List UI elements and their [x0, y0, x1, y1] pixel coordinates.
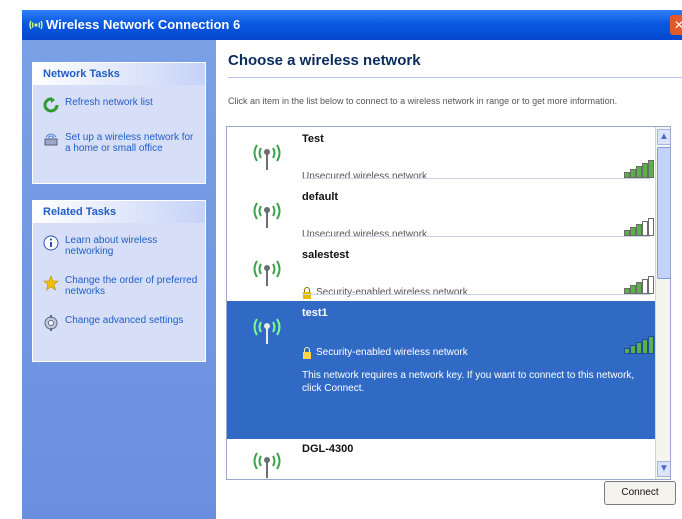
close-icon: ✕ — [673, 18, 682, 32]
connect-button[interactable]: Connect — [604, 481, 676, 505]
scroll-down-button[interactable]: ▼ — [657, 461, 670, 477]
change-advanced-settings-link[interactable]: Change advanced settings — [33, 315, 205, 331]
network-tasks-header[interactable]: Network Tasks — [33, 63, 205, 85]
row-divider — [302, 178, 650, 179]
settings-icon — [43, 315, 59, 331]
setup-wireless-network-label: Set up a wireless network for a home or … — [65, 132, 194, 154]
wireless-antenna-icon — [247, 137, 287, 173]
change-advanced-settings-label: Change advanced settings — [65, 315, 184, 326]
change-network-order-label: Change the order of preferred networks — [65, 275, 198, 297]
learn-about-wireless-link[interactable]: Learn about wireless networking — [33, 235, 205, 257]
network-list-item[interactable]: default Unsecured wireless network — [227, 185, 670, 243]
close-button[interactable]: ✕ — [670, 15, 682, 35]
wireless-antenna-icon — [247, 311, 287, 347]
lock-icon — [302, 347, 312, 359]
refresh-network-list-link[interactable]: Refresh network list — [33, 97, 205, 113]
refresh-icon — [43, 97, 59, 113]
wireless-antenna-icon — [247, 195, 287, 231]
title-bar: Wireless Network Connection 6 ✕ — [22, 10, 682, 40]
network-list-scrollbar[interactable]: ▲ ▼ — [655, 127, 670, 479]
change-network-order-link[interactable]: Change the order of preferred networks — [33, 275, 205, 297]
related-tasks-panel: Related Tasks Learn about wireless netwo… — [32, 200, 206, 362]
setup-wireless-network-link[interactable]: Set up a wireless network for a home or … — [33, 132, 205, 154]
network-name: default — [302, 191, 339, 203]
network-key-message: This network requires a network key. If … — [302, 370, 635, 394]
signal-strength-icon — [624, 160, 654, 178]
network-list-item[interactable]: DGL-4300 — [227, 439, 670, 479]
info-icon — [43, 235, 59, 251]
signal-strength-icon — [624, 336, 654, 354]
scroll-thumb[interactable] — [657, 147, 670, 279]
wireless-antenna-icon — [247, 445, 287, 479]
wireless-network-icon — [28, 17, 44, 33]
row-divider — [302, 294, 650, 295]
learn-about-wireless-label: Learn about wireless networking — [65, 235, 158, 257]
setup-wireless-icon — [43, 132, 59, 148]
network-status: Unsecured wireless network — [302, 229, 428, 240]
network-status: Security-enabled wireless network — [316, 347, 468, 358]
network-name: DGL-4300 — [302, 443, 354, 455]
related-tasks-header[interactable]: Related Tasks — [33, 201, 205, 223]
page-title: Choose a wireless network — [228, 52, 421, 69]
lock-icon — [302, 287, 312, 299]
signal-strength-icon — [624, 276, 654, 294]
row-divider — [302, 236, 650, 237]
network-list-item[interactable]: salestest Security-enabled wireless netw… — [227, 243, 670, 301]
wireless-network-window: Wireless Network Connection 6 ✕ Network … — [22, 10, 682, 519]
star-icon — [43, 275, 59, 291]
network-status: Unsecured wireless network — [302, 171, 428, 182]
window-title: Wireless Network Connection 6 — [46, 17, 241, 32]
network-list-item[interactable]: Test Unsecured wireless network — [227, 127, 670, 185]
signal-strength-icon — [624, 218, 654, 236]
network-tasks-panel: Network Tasks Refresh network list Set u… — [32, 62, 206, 184]
network-status: Security-enabled wireless network — [316, 287, 468, 298]
refresh-network-list-label: Refresh network list — [65, 97, 153, 108]
task-pane: Network Tasks Refresh network list Set u… — [22, 40, 216, 519]
instructions-text: Click an item in the list below to conne… — [228, 96, 618, 106]
scroll-up-button[interactable]: ▲ — [657, 129, 670, 145]
network-name: salestest — [302, 249, 350, 261]
network-list[interactable]: Test Unsecured wireless network default … — [226, 126, 671, 480]
network-list-item-selected[interactable]: test1 Security-enabled wireless network … — [227, 301, 670, 439]
heading-divider — [228, 77, 682, 78]
main-pane: Choose a wireless network Click an item … — [216, 40, 682, 519]
network-name: test1 — [302, 307, 328, 319]
wireless-antenna-icon — [247, 253, 287, 289]
network-name: Test — [302, 133, 324, 145]
